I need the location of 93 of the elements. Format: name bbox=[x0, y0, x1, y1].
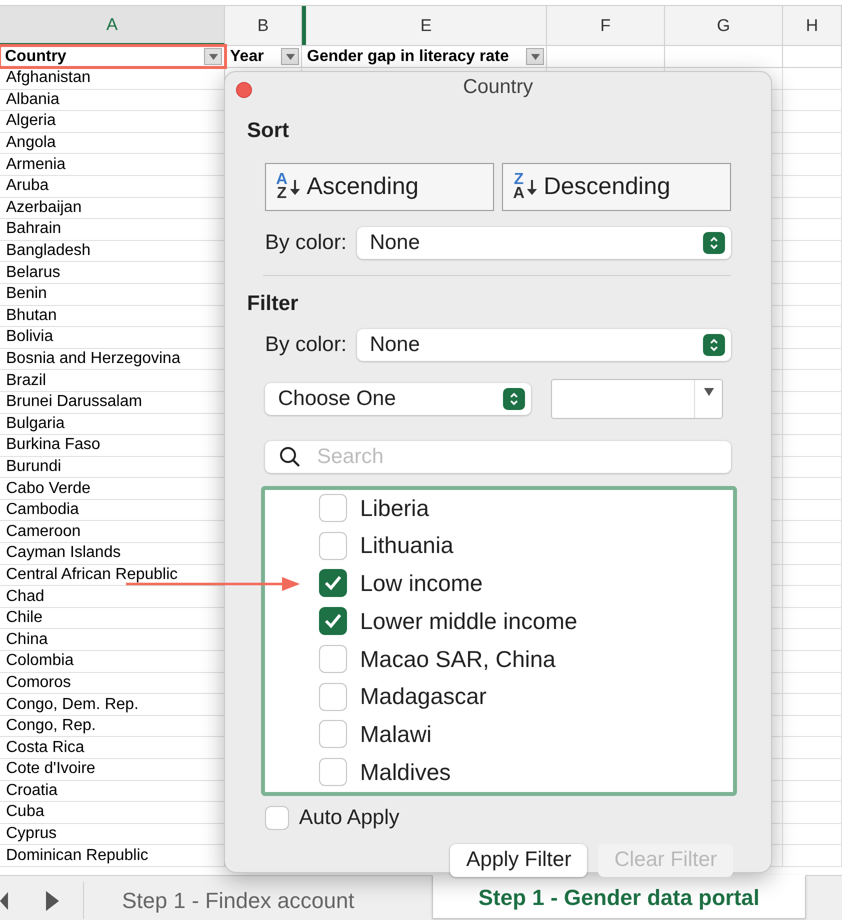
search-icon bbox=[279, 446, 301, 468]
table-cell: Cote d'Ivoire bbox=[6, 759, 96, 780]
triangle-icon bbox=[530, 54, 540, 60]
list-item-label: Madagascar bbox=[360, 682, 487, 712]
list-item-label: Lower middle income bbox=[360, 606, 578, 636]
sort-button[interactable]: Z A Descending bbox=[502, 162, 731, 210]
table-cell: Bhutan bbox=[6, 306, 57, 326]
sheet-tab[interactable]: Step 1 - Findex account bbox=[84, 876, 392, 920]
table-cell: Croatia bbox=[6, 780, 58, 801]
stepper-icon bbox=[703, 334, 725, 356]
column-header[interactable]: B bbox=[225, 6, 302, 45]
column-header[interactable]: E bbox=[302, 6, 547, 45]
table-cell: Central African Republic bbox=[6, 564, 178, 585]
color-dropdown[interactable]: None bbox=[356, 226, 731, 258]
table-cell: Cuba bbox=[6, 802, 44, 822]
checkbox[interactable] bbox=[319, 569, 347, 598]
checkmark-icon bbox=[324, 575, 342, 592]
table-cell: Brunei Darussalam bbox=[6, 392, 142, 412]
dialog-title: Country bbox=[462, 75, 534, 100]
section-heading: Sort bbox=[247, 118, 290, 144]
table-cell: Cyprus bbox=[6, 824, 57, 844]
stepper-icon bbox=[703, 232, 725, 254]
table-cell: Armenia bbox=[6, 154, 66, 175]
checkbox[interactable] bbox=[265, 806, 289, 830]
table-cell: Belarus bbox=[6, 262, 60, 283]
checkbox[interactable] bbox=[319, 758, 347, 786]
table-cell: Congo, Dem. Rep. bbox=[6, 694, 139, 715]
checkbox[interactable] bbox=[319, 682, 347, 711]
table-cell: Burkina Faso bbox=[6, 435, 100, 456]
table-cell: Bosnia and Herzegovina bbox=[6, 349, 180, 370]
stepper-icon bbox=[503, 388, 525, 410]
by-color-label: By color: bbox=[265, 332, 347, 358]
list-item-label: Macao SAR, China bbox=[360, 644, 556, 674]
filter-dropdown-button[interactable] bbox=[281, 48, 299, 65]
triangle-icon bbox=[208, 54, 218, 60]
table-cell: Bahrain bbox=[6, 219, 62, 240]
table-cell: Brazil bbox=[6, 370, 46, 391]
table-cell: Colombia bbox=[6, 651, 74, 672]
header-text: Year bbox=[230, 46, 264, 66]
table-cell: Burundi bbox=[6, 456, 62, 477]
checkbox-label: Auto Apply bbox=[299, 805, 400, 831]
table-cell: Bangladesh bbox=[6, 241, 91, 262]
list-item-label: Low income bbox=[360, 569, 483, 598]
checkbox[interactable] bbox=[319, 494, 347, 522]
by-color-label: By color: bbox=[265, 230, 347, 256]
filter-dropdown-button[interactable] bbox=[526, 48, 544, 65]
checkbox[interactable] bbox=[319, 532, 347, 560]
column-header[interactable]: F bbox=[547, 6, 665, 45]
table-cell: Dominican Republic bbox=[6, 846, 148, 866]
list-item-label: Malawi bbox=[360, 720, 432, 749]
list-item-label: Lithuania bbox=[360, 531, 454, 560]
table-cell: Afghanistan bbox=[6, 68, 91, 88]
checkbox[interactable] bbox=[319, 720, 347, 748]
table-cell: Angola bbox=[6, 133, 56, 154]
table-cell: Algeria bbox=[6, 111, 56, 132]
table-cell: Benin bbox=[6, 284, 47, 304]
table-cell: Cambodia bbox=[6, 500, 79, 520]
search-field[interactable]: Search bbox=[265, 441, 731, 473]
table-cell: Albania bbox=[6, 90, 60, 110]
table-cell: Chile bbox=[6, 608, 42, 628]
column-header[interactable]: H bbox=[783, 6, 842, 45]
checkbox[interactable] bbox=[319, 607, 347, 636]
table-cell: Cameroon bbox=[6, 522, 81, 542]
table-cell: Azerbaijan bbox=[6, 198, 82, 218]
list-item-label: Liberia bbox=[360, 494, 430, 523]
table-cell: Congo, Rep. bbox=[6, 716, 96, 736]
sheet-tab[interactable]: Step 1 - Gender data portal bbox=[432, 875, 806, 919]
table-cell: Bulgaria bbox=[6, 414, 65, 434]
close-button[interactable] bbox=[236, 82, 252, 98]
table-cell: Aruba bbox=[6, 176, 49, 196]
next-sheet-icon[interactable] bbox=[46, 890, 59, 910]
dialog-button[interactable]: Apply Filter bbox=[450, 844, 588, 876]
header-text: Gender gap in literacy rate bbox=[307, 46, 509, 66]
table-cell: China bbox=[6, 630, 48, 650]
list-item-label: Maldives bbox=[360, 758, 451, 787]
column-header[interactable]: A bbox=[0, 6, 225, 45]
section-heading: Filter bbox=[247, 290, 300, 316]
checkmark-icon bbox=[324, 613, 342, 630]
table-cell: Cabo Verde bbox=[6, 478, 91, 499]
condition-dropdown[interactable]: Choose One bbox=[265, 383, 531, 415]
triangle-icon bbox=[286, 54, 294, 60]
sort-button[interactable]: A Z Ascending bbox=[265, 162, 494, 210]
table-cell: Bolivia bbox=[6, 327, 54, 348]
column-header[interactable]: G bbox=[665, 6, 783, 45]
header-text: Country bbox=[5, 46, 66, 66]
filter-dropdown-button[interactable] bbox=[204, 48, 222, 65]
color-dropdown[interactable]: None bbox=[356, 329, 731, 361]
table-cell: Cayman Islands bbox=[6, 543, 121, 564]
table-cell: Chad bbox=[6, 586, 44, 607]
checkbox[interactable] bbox=[319, 644, 347, 673]
table-cell: Costa Rica bbox=[6, 738, 84, 758]
table-cell: Comoros bbox=[6, 672, 71, 693]
previous-sheet-icon[interactable] bbox=[0, 892, 8, 910]
